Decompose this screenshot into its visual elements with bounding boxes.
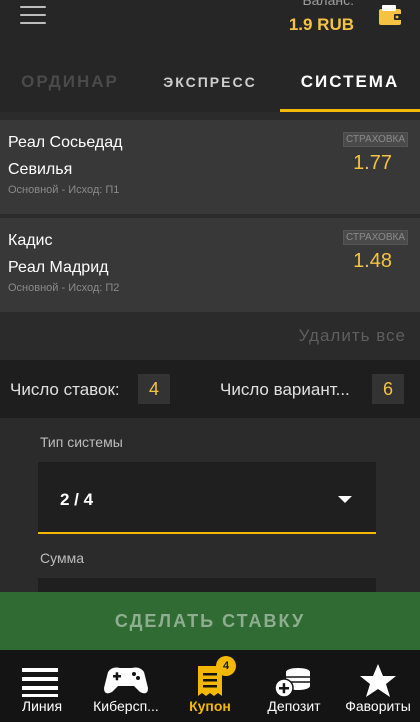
menu-icon[interactable] [20,6,46,26]
star-icon [360,664,396,697]
system-type-label: Тип системы [40,434,123,450]
bets-count-value: 4 [138,374,170,404]
amount-label: Сумма [40,550,84,566]
bets-count-label: Число ставок: [10,380,120,399]
nav-item-line[interactable]: Линия [0,650,84,722]
balance-value: 1.9 RUB [288,15,354,34]
bet-type-tabs: ОРДИНАР ЭКСПРЕСС СИСТЕМА [0,58,420,112]
bet-item[interactable]: Реал Сосьедад Севилья Основной - Исход: … [0,120,420,214]
system-form: Тип системы 2 / 4 Сумма [0,418,420,598]
bottom-nav: Линия Киберсп... 4 Купон Депозит Фаворит… [0,650,420,722]
bet-team-away: Реал Мадрид [8,259,109,276]
wallet-icon[interactable] [378,4,404,26]
bet-team-home: Реал Сосьедад [8,134,123,151]
nav-label: Киберсп... [93,698,159,714]
bet-description: Основной - Исход: П2 [8,282,120,294]
tab-system[interactable]: СИСТЕМА [280,58,420,112]
gamepad-icon [104,667,148,694]
coupon-icon [198,666,222,696]
delete-all-button[interactable]: Удалить все [299,326,406,346]
coupon-count-badge: 4 [216,656,236,676]
place-bet-button[interactable]: СДЕЛАТЬ СТАВКУ [0,592,420,650]
variants-count-label: Число вариант... [220,380,350,399]
system-type-value: 2 / 4 [60,490,94,509]
bet-item[interactable]: Кадис Реал Мадрид Основной - Исход: П2 С… [0,218,420,312]
tab-ordinar[interactable]: ОРДИНАР [0,58,140,112]
nav-item-coupon[interactable]: 4 Купон [168,650,252,722]
lines-icon [22,668,58,697]
balance-label: Баланс: [302,0,354,8]
nav-label: Купон [189,698,231,714]
nav-label: Депозит [267,698,321,714]
bet-list: Реал Сосьедад Севилья Основной - Исход: … [0,112,420,360]
nav-label: Линия [21,698,63,714]
system-type-select[interactable]: 2 / 4 [38,462,376,534]
nav-label: Фавориты [345,698,411,714]
bet-team-home: Кадис [8,232,53,249]
bet-counts: Число ставок: 4 Число вариант... 6 [0,360,420,418]
variants-count-value: 6 [372,374,404,404]
insurance-button[interactable]: СТРАХОВКА [343,132,408,147]
nav-item-cybersport[interactable]: Киберсп... [84,650,168,722]
bet-odds: 1.48 [353,250,392,272]
bet-team-away: Севилья [8,161,73,178]
coins-plus-icon [274,668,310,698]
nav-item-favorites[interactable]: Фавориты [336,650,420,722]
nav-item-deposit[interactable]: Депозит [252,650,336,722]
tab-express[interactable]: ЭКСПРЕСС [140,58,280,112]
insurance-button[interactable]: СТРАХОВКА [343,230,408,245]
dropdown-arrow-icon [338,496,352,503]
bet-description: Основной - Исход: П1 [8,184,120,196]
bet-odds: 1.77 [353,152,392,174]
header: Баланс: 1.9 RUB [0,0,420,58]
